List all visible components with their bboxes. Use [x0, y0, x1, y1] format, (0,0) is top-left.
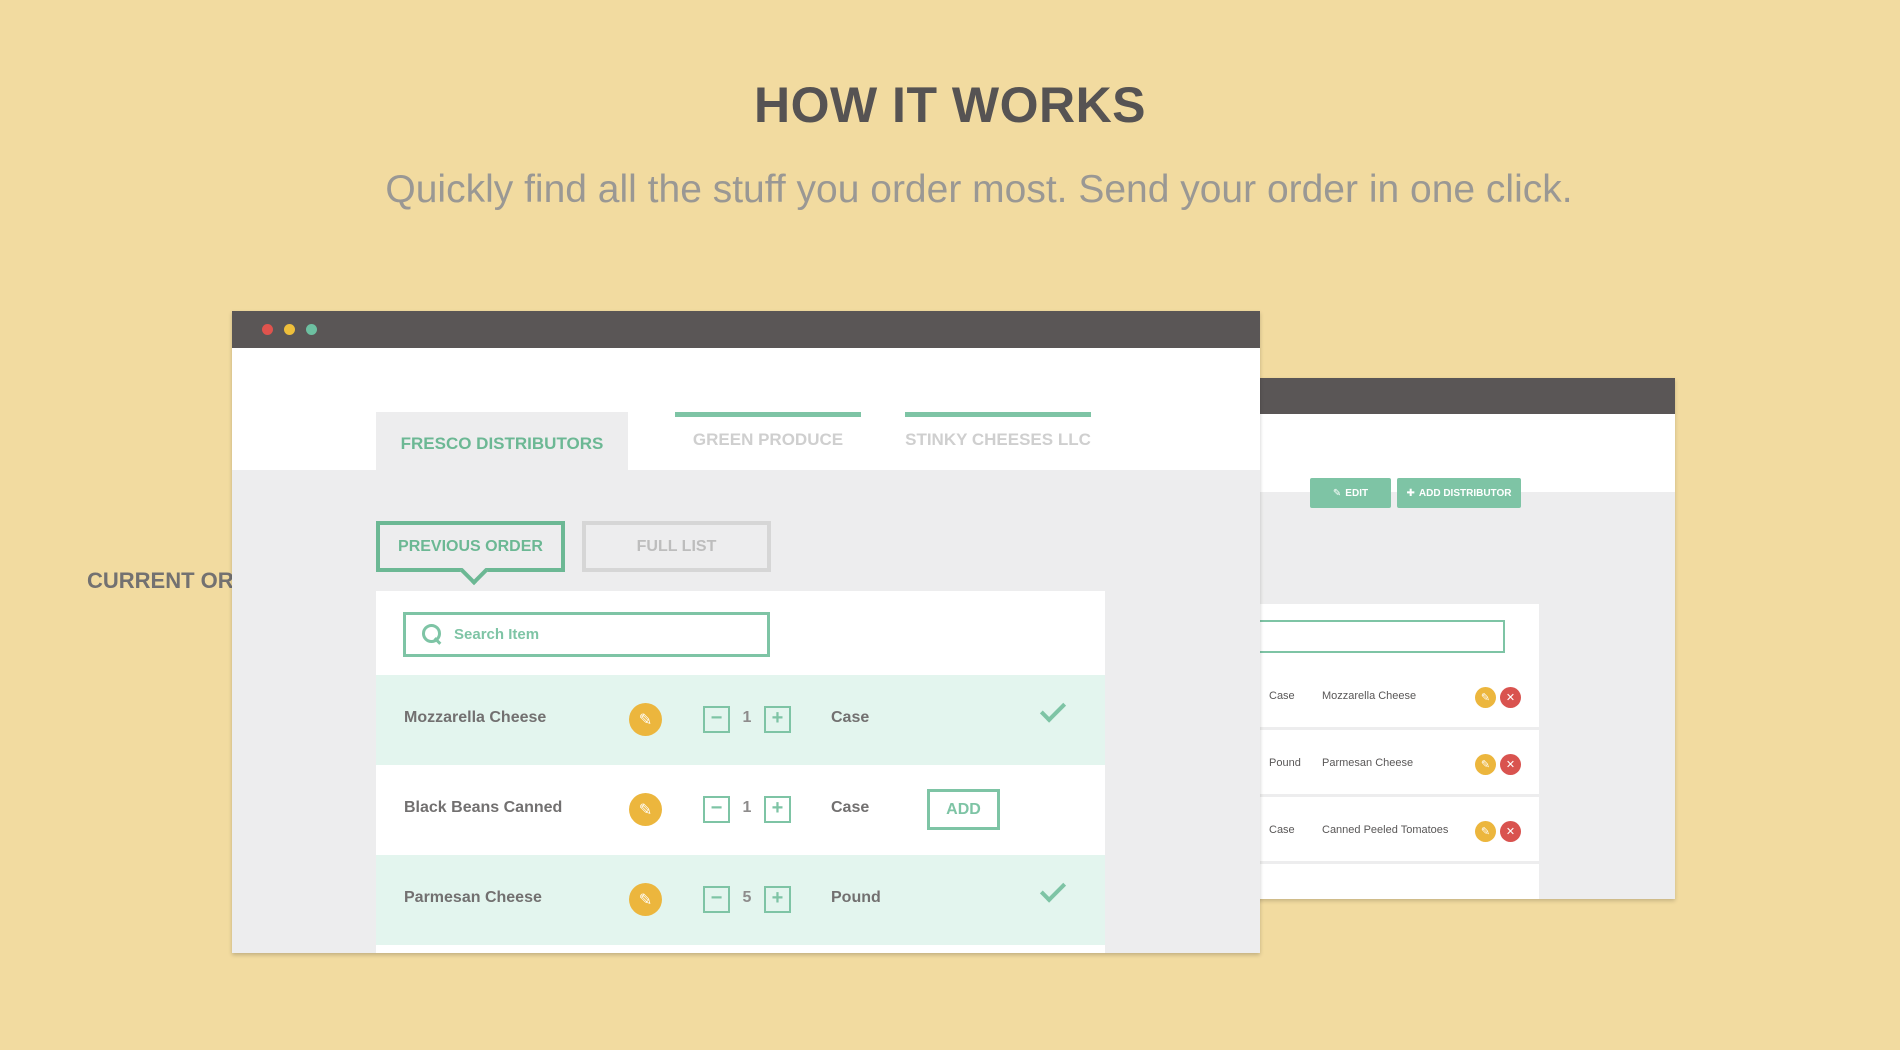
tab-indicator: [675, 412, 861, 417]
edit-pencil-icon[interactable]: ✎: [629, 703, 662, 736]
item-name: Black Beans Canned: [404, 799, 563, 816]
hero-subtitle: Quickly find all the stuff you order mos…: [385, 168, 1573, 211]
list-item: Mozzarella Cheese ✎ − 1 + Case: [376, 675, 1105, 765]
unit-label: Case: [831, 799, 870, 816]
previous-order-tab[interactable]: PREVIOUS ORDER: [376, 521, 565, 572]
delete-x-icon[interactable]: ✕: [1500, 754, 1521, 775]
edit-pencil-icon[interactable]: ✎: [1475, 687, 1496, 708]
edit-pencil-icon[interactable]: ✎: [1475, 821, 1496, 842]
increase-quantity-button[interactable]: +: [764, 706, 791, 733]
tab-stinky-cheeses[interactable]: STINKY CHEESES LLC: [905, 412, 1091, 470]
close-dot-icon[interactable]: [262, 324, 273, 335]
order-unit: Case: [1269, 824, 1295, 836]
order-item-name: Canned Peeled Tomatoes: [1322, 824, 1449, 836]
tab-indicator: [905, 412, 1091, 417]
unit-label: Case: [831, 709, 870, 726]
item-name: Parmesan Cheese: [404, 889, 542, 906]
order-unit: Pound: [1269, 757, 1301, 769]
increase-quantity-button[interactable]: +: [764, 796, 791, 823]
search-icon: [422, 623, 444, 646]
search-placeholder: Search Item: [454, 626, 540, 643]
delete-x-icon[interactable]: ✕: [1500, 821, 1521, 842]
maximize-dot-icon[interactable]: [306, 324, 317, 335]
decrease-quantity-button[interactable]: −: [703, 886, 730, 913]
tab-label: GREEN PRODUCE: [692, 430, 844, 449]
checkmark-icon: [1039, 696, 1067, 723]
tab-label: STINKY CHEESES LLC: [905, 430, 1091, 449]
hero-title: HOW IT WORKS: [753, 77, 1147, 133]
add-distributor-button[interactable]: ✚ ADD DISTRIBUTOR: [1397, 478, 1521, 508]
add-distributor-label: ADD DISTRIBUTOR: [1418, 487, 1512, 499]
delete-x-icon[interactable]: ✕: [1500, 687, 1521, 708]
item-list-panel: Search Item Mozzarella Cheese ✎ − 1 + Ca…: [376, 591, 1105, 953]
edit-button-label: EDIT: [1345, 487, 1369, 499]
decrease-quantity-button[interactable]: −: [703, 796, 730, 823]
add-item-button[interactable]: ADD: [927, 789, 1000, 830]
quantity-value: 1: [742, 709, 752, 726]
edit-pencil-icon[interactable]: ✎: [1475, 754, 1496, 775]
edit-pencil-icon[interactable]: ✎: [629, 883, 662, 916]
edit-button[interactable]: ✎ EDIT: [1310, 478, 1391, 508]
search-input[interactable]: Search Item: [403, 612, 770, 657]
window-titlebar: [232, 311, 1260, 348]
order-item-name: Parmesan Cheese: [1322, 757, 1414, 769]
quantity-value: 1: [742, 799, 752, 816]
checkmark-icon: [1039, 876, 1067, 903]
unit-label: Pound: [831, 889, 881, 906]
full-list-tab[interactable]: FULL LIST: [582, 521, 771, 572]
order-window: FRESCO DISTRIBUTORS GREEN PRODUCE STINKY…: [232, 311, 1260, 953]
order-item-name: Mozzarella Cheese: [1322, 690, 1417, 702]
list-item: Black Beans Canned ✎ − 1 + Case ADD: [376, 765, 1105, 855]
quantity-value: 5: [742, 889, 752, 906]
order-unit: Case: [1269, 690, 1295, 702]
tab-fresco-distributors[interactable]: FRESCO DISTRIBUTORS: [376, 412, 628, 470]
edit-pencil-icon[interactable]: ✎: [629, 793, 662, 826]
pencil-icon: ✎: [1332, 487, 1342, 499]
tab-green-produce[interactable]: GREEN PRODUCE: [675, 412, 861, 470]
plus-icon: ✚: [1406, 487, 1415, 499]
minimize-dot-icon[interactable]: [284, 324, 295, 335]
list-item: Parmesan Cheese ✎ − 5 + Pound: [376, 855, 1105, 945]
decrease-quantity-button[interactable]: −: [703, 706, 730, 733]
increase-quantity-button[interactable]: +: [764, 886, 791, 913]
item-name: Mozzarella Cheese: [404, 709, 547, 726]
